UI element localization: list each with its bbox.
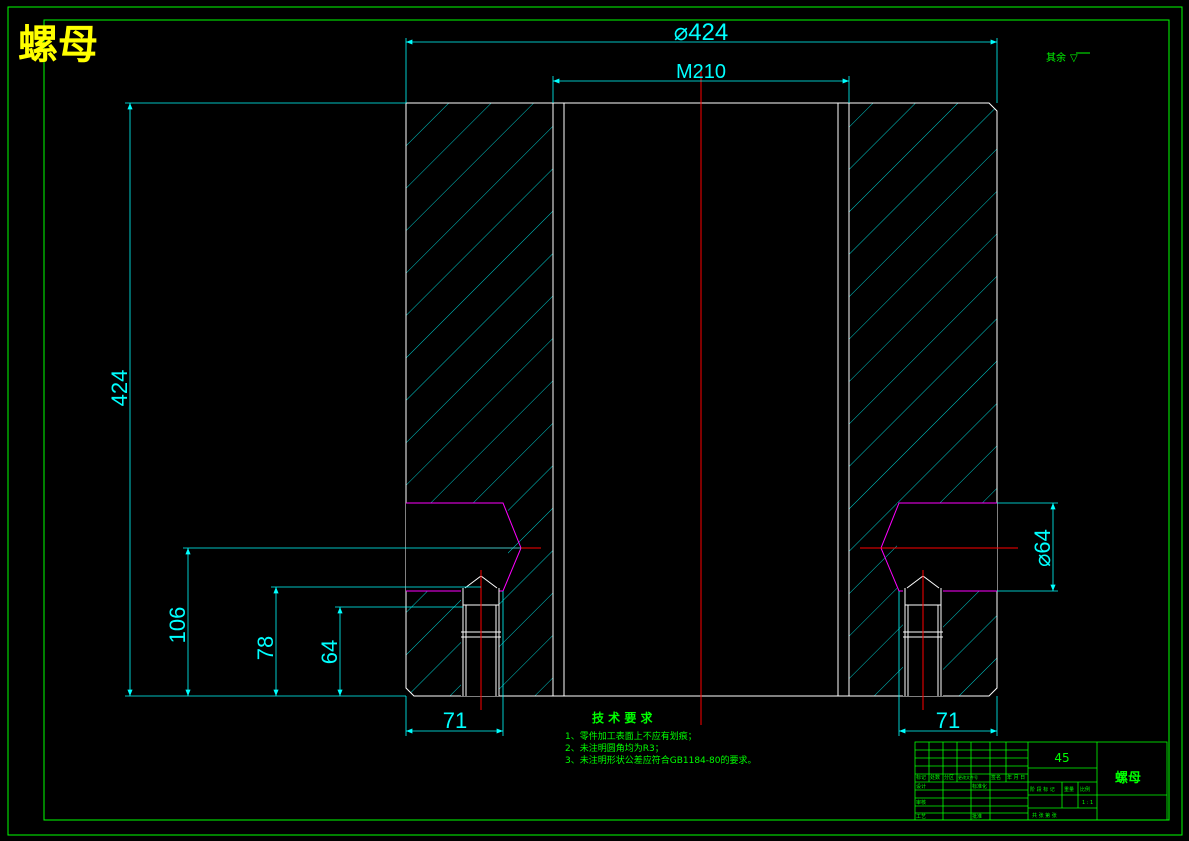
dim-78-label: 78 [253, 636, 278, 660]
title-block-row-label: 标记 [916, 774, 926, 781]
title-block-left-label: 设计 [916, 783, 926, 790]
dim-right-width-label: 71 [936, 708, 960, 733]
title-block-mid-label: 批准 [972, 813, 982, 820]
title-block-row-label: 更改文件号 [958, 774, 978, 780]
inner-frame [43, 19, 1170, 821]
tech-heading: 技 术 要 求 [592, 710, 654, 725]
dim-106-label: 106 [165, 607, 190, 644]
dim-64-label: 64 [317, 640, 342, 664]
left-hole-cutout [406, 503, 508, 591]
title-block-row-label: 分区 [944, 774, 954, 781]
title-block-part-name: 螺母 [1115, 770, 1141, 786]
title-block-scale: 1 : 1 [1082, 800, 1093, 806]
dim-hole-diameter-label: ⌀64 [1030, 529, 1055, 567]
left-pin-hole [461, 570, 501, 710]
right-hole-cutout [897, 503, 997, 591]
surface-symbol: ▽ [1070, 53, 1078, 64]
title-block-row-label: 年 月 日 [1007, 774, 1025, 781]
dim-left-width-label: 71 [443, 708, 467, 733]
tech-item: 2、未注明圆角均为R3； [565, 742, 664, 754]
dim-thread-label: M210 [676, 61, 726, 83]
title-block-row-label: 处数 [930, 774, 940, 781]
title-block-stage-label: 比例 [1080, 786, 1090, 793]
surface-note: 其余 [1046, 51, 1066, 64]
title-block-stage-label: 重量 [1064, 786, 1074, 793]
drawing-title: 螺母 [18, 22, 98, 68]
title-block-mid-label: 标准化 [972, 783, 987, 790]
title-block-row-label: 签名 [991, 774, 1001, 781]
right-pin-hole [903, 570, 943, 710]
title-block-left-label: 工艺 [916, 814, 926, 820]
dim-outer-diameter-label: ⌀424 [674, 19, 729, 46]
title-block-stage-label: 阶 段 标 记 [1030, 786, 1055, 793]
tech-item: 3、未注明形状公差应符合GB1184-80的要求。 [565, 754, 756, 766]
dim-height-label: 424 [107, 370, 132, 407]
title-block-material: 45 [1054, 751, 1069, 765]
cad-drawing: 螺母 其余 ▽ ⌀424 M210 424 106 78 64 ⌀64 71 7… [7, 6, 1183, 836]
title-block-left-label: 审核 [916, 799, 926, 806]
title-block-sheet: 共 张 第 张 [1032, 812, 1057, 819]
tech-item: 1、零件加工表面上不应有划痕； [565, 730, 697, 742]
